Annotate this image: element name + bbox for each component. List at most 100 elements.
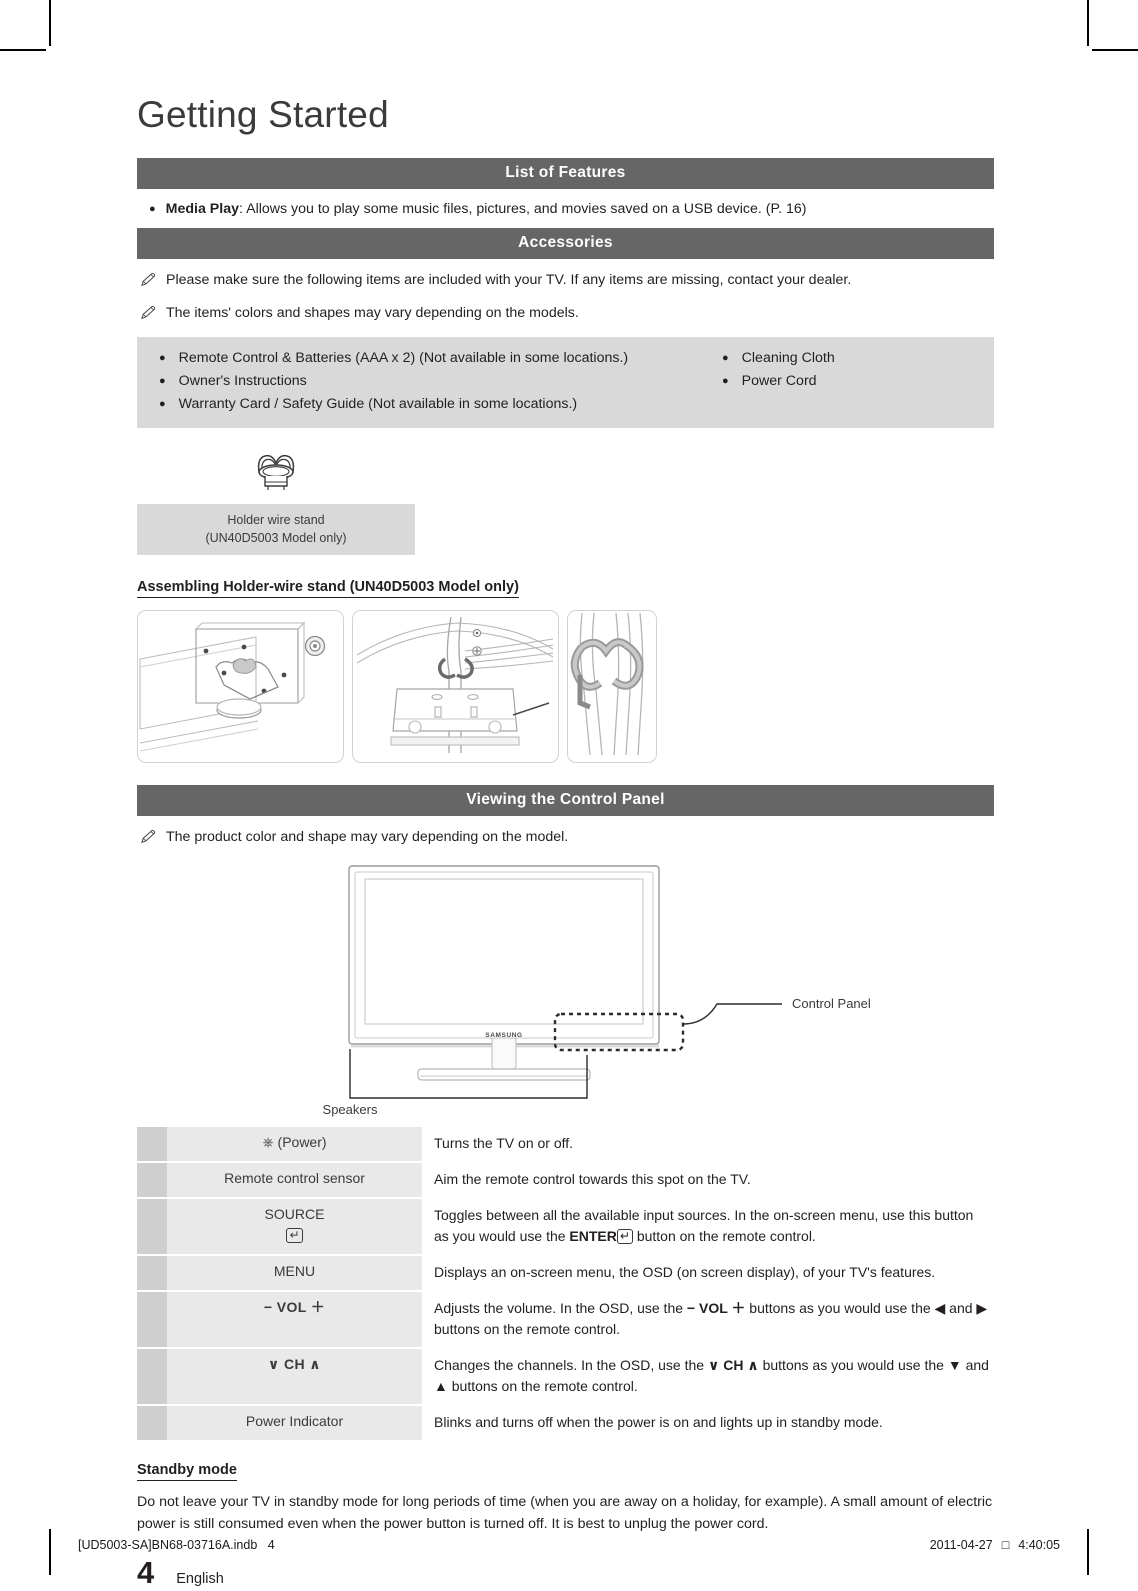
accessories-list-box: ● Remote Control & Batteries (AAA x 2) (N…	[137, 336, 994, 428]
list-item: ● Remote Control & Batteries (AAA x 2) (N…	[159, 347, 704, 370]
row-label-source: SOURCE ↵	[167, 1199, 422, 1255]
bullet-dot-icon: ●	[722, 351, 729, 364]
page-footer: [UD5003-SA]BN68-03716A.indb 4 2011-04-27…	[78, 1538, 1060, 1552]
tv-diagram: SAMSUNG Control Panel Speakers	[137, 862, 994, 1117]
cable-routing-illustration	[356, 617, 554, 754]
accessory-label: Power Cord	[741, 372, 817, 389]
row-marker	[137, 1127, 167, 1162]
control-panel-label: Control Panel	[792, 996, 871, 1011]
row-description: Adjusts the volume. In the OSD, use the …	[422, 1292, 994, 1348]
power-icon: ⎈	[262, 1134, 274, 1151]
accessory-label: Cleaning Cloth	[741, 349, 835, 366]
page-number-block: 4 English	[137, 1555, 994, 1591]
enter-word: ENTER	[569, 1228, 617, 1245]
control-panel-table: ⎈ (Power) Turns the TV on or off. Remote…	[137, 1125, 994, 1442]
bullet-dot-icon: ●	[159, 397, 166, 410]
crop-mark-bottom-right-vertical	[1087, 1529, 1089, 1575]
table-row: Remote control sensor Aim the remote con…	[137, 1163, 994, 1198]
crop-mark-top-left-horizontal	[0, 49, 46, 51]
holder-caption-line-2: (UN40D5003 Model only)	[205, 531, 347, 545]
accessories-column-left: ● Remote Control & Batteries (AAA x 2) (N…	[137, 347, 704, 416]
row-label-channel: ∨ CH ∧	[167, 1349, 422, 1405]
footer-file-page: 4	[267, 1538, 275, 1552]
accessories-note-1: Please make sure the following items are…	[140, 270, 994, 291]
assembling-heading: Assembling Holder-wire stand (UN40D5003 …	[137, 579, 519, 599]
row-marker	[137, 1292, 167, 1348]
tv-front-illustration: SAMSUNG Control Panel Speakers	[323, 865, 871, 1117]
table-row: Power Indicator Blinks and turns off whe…	[137, 1406, 994, 1441]
footer-filename: [UD5003-SA]BN68-03716A.indb	[78, 1538, 258, 1552]
accessory-label: Warranty Card / Safety Guide (Not availa…	[178, 395, 578, 412]
feature-bullet: ● Media Play: Allows you to play some mu…	[137, 189, 994, 229]
accessory-label: Remote Control & Batteries (AAA x 2) (No…	[178, 349, 629, 366]
row-marker	[137, 1349, 167, 1405]
feature-bullet-rest: : Allows you to play some music files, p…	[239, 200, 807, 217]
accessories-note-1-text: Please make sure the following items are…	[166, 272, 852, 289]
row-label-menu: MENU	[167, 1256, 422, 1291]
row-marker	[137, 1406, 167, 1441]
standby-heading: Standby mode	[137, 1462, 237, 1482]
row-marker	[137, 1256, 167, 1291]
footer-file-info: [UD5003-SA]BN68-03716A.indb 4	[78, 1538, 275, 1552]
holder-caption-line-1: Holder wire stand	[227, 512, 325, 527]
bullet-dot-icon: ●	[159, 374, 166, 387]
control-panel-note: The product color and shape may vary dep…	[140, 827, 994, 848]
note-pencil-icon	[141, 273, 156, 287]
table-row: MENU Displays an on-screen menu, the OSD…	[137, 1256, 994, 1291]
control-panel-leader-line	[682, 1003, 782, 1026]
row-label-power: ⎈ (Power)	[167, 1127, 422, 1162]
assembly-figure-2	[352, 610, 559, 764]
list-item: ● Cleaning Cloth	[722, 347, 835, 370]
assembly-figures	[137, 610, 994, 764]
control-panel-note-text: The product color and shape may vary dep…	[166, 829, 569, 846]
cable-clip-detail-illustration	[570, 613, 644, 756]
accessory-label: Owner's Instructions	[178, 372, 307, 389]
crop-mark-top-left-vertical	[49, 0, 51, 46]
accessories-note-2: The items' colors and shapes may vary de…	[140, 303, 994, 324]
crop-mark-bottom-left-vertical	[49, 1529, 51, 1575]
footer-date: 2011-04-27	[929, 1538, 993, 1552]
feature-bullet-bold: Media Play	[165, 200, 239, 217]
section-bar-accessories: Accessories	[137, 228, 994, 260]
tv-back-stand-illustration	[139, 621, 326, 752]
table-row: SOURCE ↵ Toggles between all the availab…	[137, 1199, 994, 1255]
row-label-remote-sensor: Remote control sensor	[167, 1163, 422, 1198]
list-item: ● Power Cord	[722, 370, 835, 393]
desc-part-1: Changes the channels. In the OSD, use th…	[434, 1357, 708, 1374]
list-item: ● Owner's Instructions	[159, 370, 704, 393]
channel-key-label: ∨ CH ∧	[707, 1357, 759, 1374]
bullet-dot-icon: ●	[159, 351, 166, 364]
row-marker	[137, 1163, 167, 1198]
row-description: Displays an on-screen menu, the OSD (on …	[422, 1256, 994, 1291]
enter-key-icon: ↵	[616, 1229, 633, 1245]
row-description: Blinks and turns off when the power is o…	[422, 1406, 994, 1441]
footer-timestamp: 2011-04-27 □ 4:40:05	[930, 1538, 1060, 1552]
footer-time: 4:40:05	[1018, 1538, 1060, 1552]
document-page: Getting Started List of Features ● Media…	[0, 0, 1138, 1590]
page-number: 4	[137, 1555, 155, 1591]
table-row: ∨ CH ∧ Changes the channels. In the OSD,…	[137, 1349, 994, 1405]
feature-bullet-text: Media Play: Allows you to play some musi…	[166, 199, 807, 220]
table-row: ⎈ (Power) Turns the TV on or off.	[137, 1127, 994, 1162]
desc-part-1: Adjusts the volume. In the OSD, use the	[434, 1300, 687, 1317]
page-language: English	[176, 1571, 224, 1588]
enter-key-icon: ↵	[177, 1226, 412, 1245]
accessories-column-right: ● Cleaning Cloth ● Power Cord	[704, 347, 835, 416]
row-label-power-indicator: Power Indicator	[167, 1406, 422, 1441]
note-pencil-icon	[141, 830, 156, 844]
assembly-figure-3	[567, 610, 657, 764]
section-bar-control-panel: Viewing the Control Panel	[137, 785, 994, 817]
row-label-text: SOURCE	[264, 1206, 325, 1223]
holder-wire-stand-illustration	[137, 448, 415, 498]
row-marker	[137, 1199, 167, 1255]
row-label-text: (Power)	[277, 1134, 327, 1151]
bullet-dot-icon: ●	[149, 202, 156, 215]
crop-mark-top-right-horizontal	[1092, 49, 1138, 51]
note-pencil-icon	[141, 305, 156, 319]
holder-wire-stand-caption: Holder wire stand (UN40D5003 Model only)	[137, 503, 415, 556]
table-row: − VOL ＋ Adjusts the volume. In the OSD, …	[137, 1292, 994, 1348]
row-description: Turns the TV on or off.	[422, 1127, 994, 1162]
standby-body: Do not leave your TV in standby mode for…	[137, 1494, 993, 1532]
bullet-dot-icon: ●	[722, 374, 729, 387]
page-title: Getting Started	[137, 94, 389, 135]
